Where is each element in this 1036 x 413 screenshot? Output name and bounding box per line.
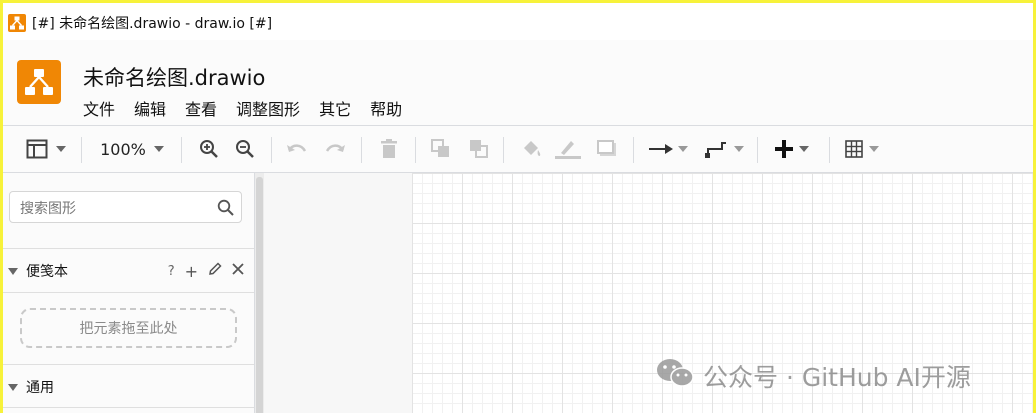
format-panel-icon [26,139,48,159]
sidebar-divider [3,364,254,365]
chevron-down-icon [799,146,809,152]
connection-style-button[interactable] [645,126,691,172]
menu-extras[interactable]: 其它 [319,96,351,120]
toolbar-divider [271,137,272,163]
redo-icon [324,142,346,156]
zoom-select[interactable]: 100% [91,126,173,172]
chevron-down-icon [56,146,66,152]
toolbar-divider [181,137,182,163]
fill-color-button[interactable] [517,126,545,172]
shadow-icon [597,140,617,158]
zoom-level: 100% [100,139,146,159]
scratchpad-dropzone[interactable]: 把元素拖至此处 [20,308,237,348]
zoom-in-icon [199,139,219,159]
menu-view[interactable]: 查看 [185,96,217,120]
chevron-down-icon [869,146,879,152]
to-front-button[interactable] [427,126,455,172]
to-back-icon [469,139,489,159]
general-section-label: 通用 [26,380,54,396]
to-front-icon [431,139,451,159]
sidebar-divider [3,248,254,249]
app-header: 未命名绘图.drawio 文件 编辑 查看 调整图形 其它 帮助 [3,40,1033,125]
scratchpad-label: 便笺本 [26,264,68,280]
zoom-out-icon [235,139,255,159]
to-back-button[interactable] [465,126,493,172]
shape-search [9,191,242,223]
watermark-text: 公众号 · GitHub AI开源 [703,363,971,392]
toolbar-divider [633,137,634,163]
shape-search-input[interactable] [18,198,212,220]
menu-help[interactable]: 帮助 [370,96,402,120]
redo-button[interactable] [321,126,349,172]
menu-edit[interactable]: 编辑 [134,96,166,120]
chevron-down-icon [733,146,744,152]
edit-icon[interactable] [208,262,222,280]
table-icon [845,140,863,158]
shapes-sidebar: 便笺本 ? + 把元素拖至此处 通用 [3,173,255,413]
format-panel-toggle[interactable] [21,126,71,172]
window-title: [#] 未命名绘图.drawio - draw.io [#] [32,16,273,32]
sidebar-divider [3,292,254,293]
line-color-button[interactable] [553,126,583,172]
toolbar-divider [361,137,362,163]
scrollbar-thumb[interactable] [256,177,263,413]
insert-button[interactable] [769,126,815,172]
toolbar-divider [829,137,830,163]
plus-icon [775,140,793,158]
toolbar-divider [503,137,504,163]
sidebar-divider [3,407,254,408]
menu-file[interactable]: 文件 [83,96,115,120]
toolbar: 100% [3,125,1033,173]
undo-icon [286,142,308,156]
zoom-out-button[interactable] [231,126,259,172]
drawio-app-icon [8,14,26,32]
search-icon[interactable] [217,199,234,220]
menu-arrange[interactable]: 调整图形 [236,96,300,120]
table-button[interactable] [839,126,885,172]
collapse-triangle-icon [8,383,18,391]
menu-bar: 文件 编辑 查看 调整图形 其它 帮助 [83,96,421,120]
undo-button[interactable] [283,126,311,172]
help-button[interactable]: ? [168,264,175,279]
drawio-logo-icon[interactable] [17,60,61,104]
title-bar: [#] 未命名绘图.drawio - draw.io [#] [3,6,1033,40]
line-color-icon [555,139,581,159]
delete-button[interactable] [375,126,403,172]
document-title[interactable]: 未命名绘图.drawio [83,62,265,92]
zoom-in-button[interactable] [195,126,223,172]
collapse-triangle-icon [8,267,18,275]
add-button[interactable]: + [185,262,198,281]
shadow-button[interactable] [593,126,621,172]
waypoints-icon [704,139,729,159]
sidebar-scrollbar[interactable] [255,173,264,413]
toolbar-divider [757,137,758,163]
waypoints-button[interactable] [701,126,747,172]
toolbar-divider [415,137,416,163]
toolbar-divider [81,137,82,163]
delete-icon [380,139,398,159]
scratchpad-header[interactable]: 便笺本 ? + [3,256,254,286]
app-window: [#] 未命名绘图.drawio - draw.io [#] 未命名绘图.dra… [0,0,1036,413]
fill-color-icon [520,139,542,159]
connection-icon [648,143,673,155]
chevron-down-icon [677,146,688,152]
chevron-down-icon [153,146,164,152]
general-section-header[interactable]: 通用 [3,372,254,402]
scratchpad-actions: ? + [168,256,244,286]
wechat-icon [655,357,695,395]
close-icon[interactable] [232,263,244,279]
watermark: 公众号 · GitHub AI开源 [655,357,971,395]
